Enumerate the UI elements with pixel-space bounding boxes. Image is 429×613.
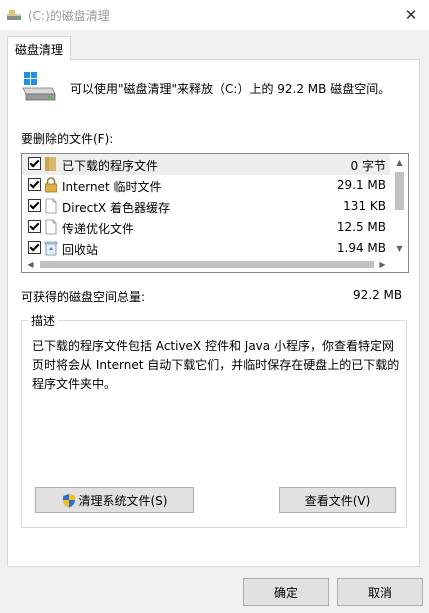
- tab-panel: 可以使用"磁盘清理"来释放（C:）上的 92.2 MB 磁盘空间。 要删除的文件…: [7, 59, 420, 567]
- file-icon: [45, 198, 57, 214]
- summary-text: 可以使用"磁盘清理"来释放（C:）上的 92.2 MB 磁盘空间。: [70, 82, 391, 96]
- description-text: 已下载的程序文件包括 ActiveX 控件和 Java 小程序，你查看特定网页时…: [32, 339, 400, 391]
- file-name: 已下载的程序文件: [62, 159, 159, 173]
- list-item[interactable]: 已下载的程序文件 0 字节: [22, 154, 390, 175]
- ok-label: 确定: [273, 585, 298, 600]
- shield-icon: [62, 493, 75, 507]
- file-size: 29.1 MB: [336, 178, 386, 192]
- scroll-right-icon[interactable]: ▶: [374, 257, 391, 272]
- file-size: 0 字节: [350, 159, 386, 173]
- file-checkbox[interactable]: [28, 241, 41, 254]
- lock-icon: [45, 177, 57, 193]
- file-size: 12.5 MB: [336, 220, 386, 234]
- recycle-bin-icon: [44, 241, 58, 256]
- scroll-down-icon[interactable]: ▼: [391, 240, 408, 257]
- tab-label: 磁盘清理: [14, 42, 63, 57]
- cancel-button[interactable]: 取消: [337, 578, 423, 606]
- file-checkbox[interactable]: [28, 157, 41, 170]
- total-space-label: 可获得的磁盘空间总量:: [21, 290, 146, 304]
- tab-disk-cleanup[interactable]: 磁盘清理: [7, 36, 71, 61]
- file-size: 131 KB: [343, 199, 386, 213]
- file-size: 1.94 MB: [336, 241, 386, 255]
- drive-icon: [22, 72, 56, 101]
- vertical-scroll-thumb[interactable]: [395, 172, 404, 210]
- file-name: 回收站: [62, 243, 99, 257]
- total-space-value: 92.2 MB: [353, 288, 403, 302]
- folder-icon: [45, 157, 56, 171]
- description-legend: 描述: [28, 312, 59, 329]
- close-button[interactable]: ✕: [393, 0, 429, 30]
- file-checkbox[interactable]: [28, 220, 41, 233]
- clean-system-files-label: 清理系统文件(S): [78, 493, 168, 508]
- scroll-up-icon[interactable]: ▲: [391, 154, 408, 171]
- disk-cleanup-icon: [7, 10, 21, 20]
- list-item[interactable]: DirectX 着色器缓存 131 KB: [22, 196, 390, 217]
- close-icon: ✕: [404, 6, 418, 24]
- file-rows: 已下载的程序文件 0 字节 Internet 临时文件 29.1 MB Dire: [22, 154, 390, 257]
- window-title: (C:)的磁盘清理: [28, 9, 110, 23]
- scroll-left-icon[interactable]: ◀: [22, 257, 39, 272]
- file-checkbox[interactable]: [28, 178, 41, 191]
- ok-button[interactable]: 确定: [243, 578, 329, 606]
- cancel-label: 取消: [367, 585, 392, 600]
- file-list[interactable]: 已下载的程序文件 0 字节 Internet 临时文件 29.1 MB Dire: [21, 153, 409, 273]
- file-icon: [45, 219, 57, 235]
- view-files-label: 查看文件(V): [304, 493, 371, 508]
- view-files-button[interactable]: 查看文件(V): [279, 487, 396, 513]
- horizontal-scroll-thumb[interactable]: [40, 261, 374, 268]
- list-item[interactable]: Internet 临时文件 29.1 MB: [22, 175, 390, 196]
- file-name: DirectX 着色器缓存: [62, 201, 170, 215]
- horizontal-scrollbar[interactable]: ◀ ▶: [22, 257, 408, 272]
- list-item[interactable]: 回收站 1.94 MB: [22, 238, 390, 259]
- file-checkbox[interactable]: [28, 199, 41, 212]
- title-bar: (C:)的磁盘清理 ✕: [0, 0, 429, 30]
- list-item[interactable]: 传递优化文件 12.5 MB: [22, 217, 390, 238]
- vertical-scrollbar[interactable]: ▲ ▼: [391, 154, 408, 257]
- files-to-delete-label: 要删除的文件(F):: [21, 132, 114, 146]
- clean-system-files-button[interactable]: 清理系统文件(S): [35, 487, 194, 513]
- file-name: 传递优化文件: [62, 222, 135, 236]
- file-name: Internet 临时文件: [62, 180, 162, 194]
